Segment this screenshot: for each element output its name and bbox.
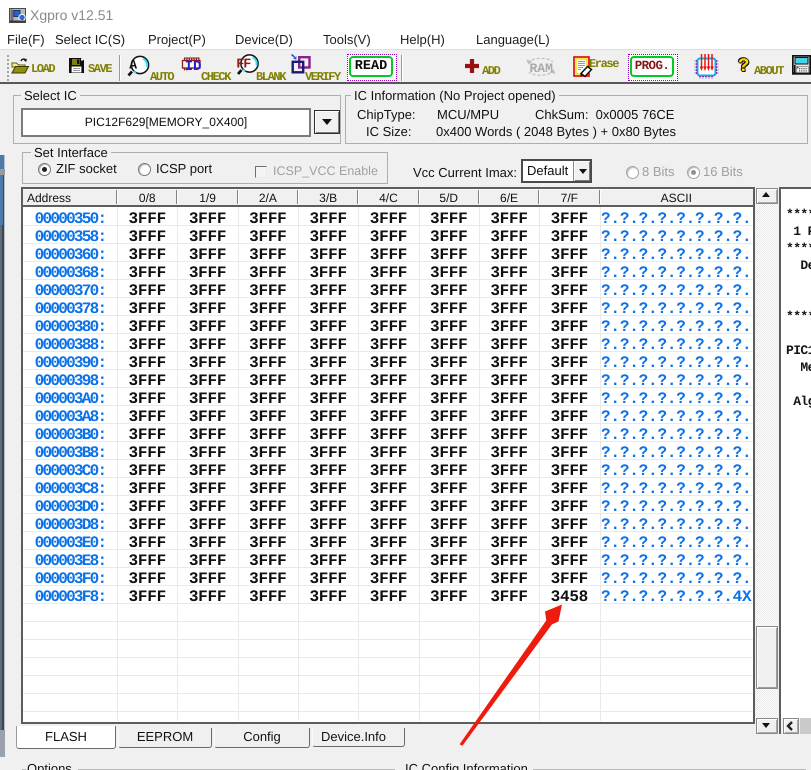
svg-text:ID: ID xyxy=(185,59,202,74)
svg-text:RAM: RAM xyxy=(530,61,554,76)
svg-text:A: A xyxy=(129,58,137,73)
svg-text:FF: FF xyxy=(236,58,251,73)
